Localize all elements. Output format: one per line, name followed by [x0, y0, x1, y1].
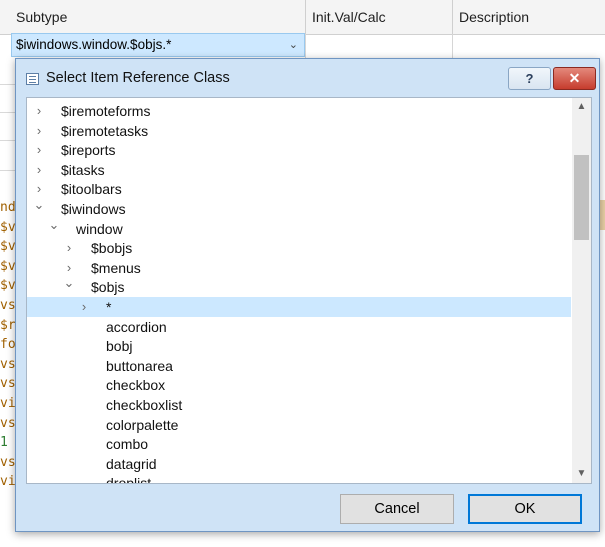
tree-item-label: accordion: [106, 318, 167, 335]
code-line: vii: [0, 396, 16, 411]
chevron-right-icon[interactable]: ›: [33, 160, 45, 180]
chevron-right-icon[interactable]: ›: [63, 238, 75, 258]
chevron-down-icon[interactable]: ⌄: [289, 34, 298, 56]
tree-item-label: $iwindows: [61, 201, 126, 217]
code-line: nd: [0, 200, 16, 215]
tree-item[interactable]: combo: [27, 434, 571, 454]
tree-item[interactable]: › $iremoteforms: [27, 101, 571, 121]
column-header-description[interactable]: Description: [453, 0, 605, 34]
ok-button[interactable]: OK: [468, 494, 582, 524]
tree-item[interactable]: ⌄ $objs: [27, 275, 571, 297]
tree-item-label: window: [76, 220, 123, 237]
tree-item[interactable]: › $iremotetasks: [27, 121, 571, 141]
tree-item-label: combo: [106, 436, 149, 453]
code-line: $v: [0, 219, 16, 235]
chevron-right-icon[interactable]: ›: [78, 297, 90, 317]
property-grid-header: Subtype Init.Val/Calc Description: [0, 0, 605, 35]
code-line: vs.: [0, 454, 16, 470]
chevron-down-icon[interactable]: ⌄: [48, 215, 60, 235]
tree-item-label: checkboxlist: [106, 397, 183, 413]
grid-divider: [452, 34, 453, 58]
close-button[interactable]: ✕: [553, 67, 596, 90]
tree-item-label: $bobjs: [91, 240, 133, 257]
help-button[interactable]: ?: [508, 67, 551, 90]
tree-item[interactable]: › $itoolbars: [27, 179, 571, 199]
tree-item[interactable]: accordion: [27, 317, 571, 337]
code-line: $r: [0, 317, 16, 333]
tree-item-label: $itasks: [61, 161, 105, 178]
code-line: $v: [0, 239, 16, 255]
tree-item[interactable]: › *: [27, 297, 571, 317]
tree-rows: › $iremoteforms › $iremotetasks › $ireports › $…: [27, 98, 571, 483]
subtype-dropdown[interactable]: $iwindows.window.$objs.* ⌄: [11, 33, 305, 57]
tree-item[interactable]: › $ireports: [27, 140, 571, 160]
chevron-down-icon[interactable]: ⌄: [33, 195, 45, 215]
code-line: $v: [0, 278, 16, 294]
chevron-down-icon[interactable]: ⌄: [63, 273, 75, 293]
tree-item[interactable]: checkbox: [27, 375, 571, 395]
grid-divider: [305, 34, 306, 58]
tree-item[interactable]: › $menus: [27, 258, 571, 278]
tree-item-label: buttonarea: [106, 357, 173, 374]
code-line: vs.: [0, 376, 16, 392]
tree-item-label: $itoolbars: [61, 181, 122, 198]
tree-item[interactable]: › $bobjs: [27, 238, 571, 258]
tree-item[interactable]: buttonarea: [27, 356, 571, 376]
chevron-right-icon[interactable]: ›: [33, 140, 45, 160]
column-header-init-val[interactable]: Init.Val/Calc: [306, 0, 453, 34]
column-header-subtype[interactable]: Subtype: [10, 0, 306, 34]
tree-item[interactable]: › $itasks: [27, 160, 571, 180]
tree-item[interactable]: checkboxlist: [27, 395, 571, 415]
tree-item-label: *: [106, 299, 112, 315]
tree-item[interactable]: ⌄ $iwindows: [27, 197, 571, 219]
tree-item[interactable]: ⌄ window: [27, 217, 571, 239]
dialog-title-bar[interactable]: Select Item Reference Class ? ✕: [16, 59, 599, 99]
class-tree: › $iremoteforms › $iremotetasks › $ireports › $…: [26, 97, 592, 484]
tree-item-label: checkbox: [106, 377, 166, 394]
tree-item[interactable]: colorpalette: [27, 415, 571, 435]
code-editor-fragment: nd $v $v $v $v vs. $r fo vs. vs. vii vs. 1 a vs. vii: [0, 200, 16, 547]
dialog-button-bar: Cancel OK: [16, 484, 599, 531]
scroll-up-arrow-icon[interactable]: ▲: [572, 98, 591, 116]
tree-item-label: datagrid: [106, 455, 157, 472]
code-line: fo: [0, 337, 16, 353]
code-line: vii: [0, 474, 16, 490]
tree-item-label: bobj: [106, 338, 133, 355]
scroll-thumb[interactable]: [574, 155, 589, 240]
tree-item-label: $menus: [91, 259, 141, 276]
tree-item-label: $ireports: [61, 142, 116, 159]
code-line: 1 a: [0, 435, 16, 451]
tree-item-label: $iremoteforms: [61, 103, 151, 119]
window-icon: [26, 73, 39, 85]
tree-item-label: $objs: [91, 279, 125, 296]
subtype-value: $iwindows.window.$objs.*: [16, 37, 172, 52]
tree-item[interactable]: bobj: [27, 336, 571, 356]
dialog-title: Select Item Reference Class: [46, 70, 230, 86]
chevron-right-icon[interactable]: ›: [33, 121, 45, 141]
tree-item-label: colorpalette: [106, 416, 179, 433]
code-line: vs.: [0, 356, 16, 372]
chevron-right-icon[interactable]: ›: [33, 101, 45, 121]
code-line: $v: [0, 258, 16, 274]
tree-item[interactable]: datagrid: [27, 454, 571, 474]
tree-item-label: $iremotetasks: [61, 122, 149, 139]
scroll-down-arrow-icon[interactable]: ▼: [572, 465, 591, 483]
code-line: vs.: [0, 298, 16, 313]
tree-item[interactable]: droplist: [27, 473, 571, 483]
tree-item-label: droplist: [106, 473, 151, 483]
vertical-scrollbar[interactable]: ▲ ▼: [572, 98, 591, 483]
code-line: vs.: [0, 415, 16, 431]
cancel-button[interactable]: Cancel: [340, 494, 454, 524]
select-item-reference-dialog: Select Item Reference Class ? ✕ › $iremot…: [15, 58, 600, 532]
